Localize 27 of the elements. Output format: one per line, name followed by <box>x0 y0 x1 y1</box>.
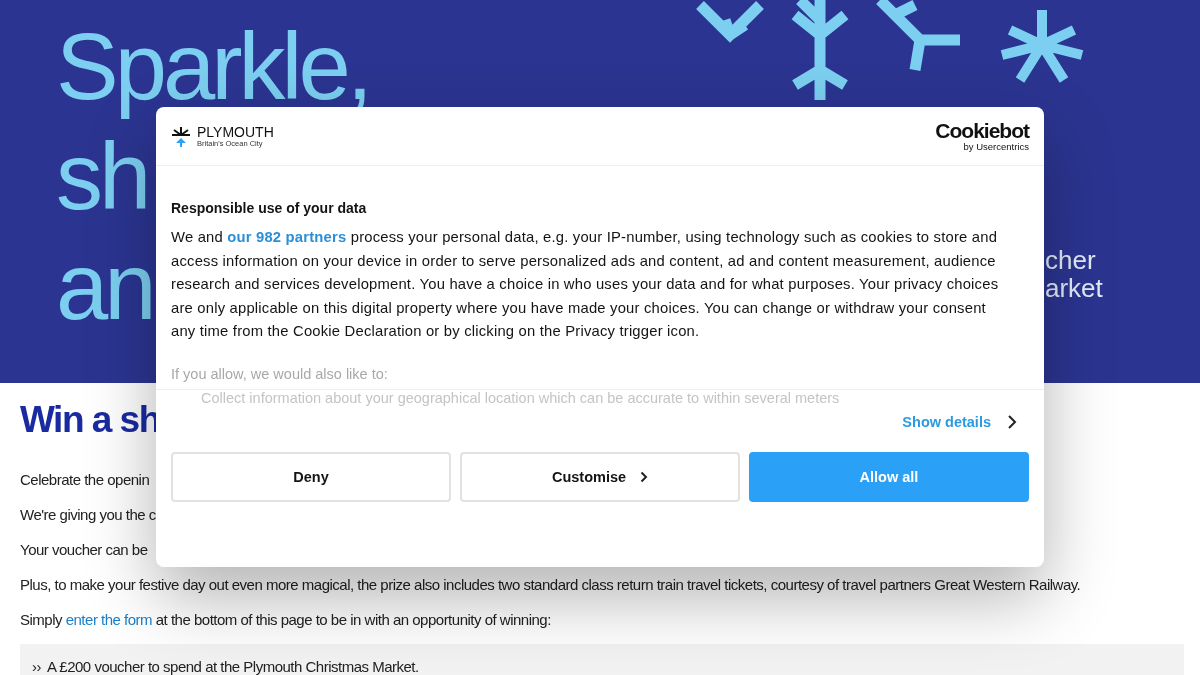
hero-headline: Sparkle, <box>56 13 369 121</box>
hero-subtitle: cher <box>1045 246 1097 274</box>
show-details-link[interactable]: Show details <box>902 414 991 430</box>
consent-button[interactable]: Customise <box>460 452 740 502</box>
article-paragraph: Simply enter the form at the bottom of this page to be in with an opportunity of winning: <box>20 610 551 630</box>
hero-headline: an <box>56 233 153 341</box>
article-paragraph: Celebrate the openin <box>20 470 150 490</box>
dialog-title: Responsible use of your data <box>171 200 368 216</box>
consent-text: We and our 982 partners process your personal data, e.g. your IP-number, using technology such as cookies to store and access information on your device in order to serve personalized ads and content, ad and content measurement, audience research and services development. You have a choice in who uses your data and for what purposes. Your privacy choices are only applicable on this digital property where you have made your choices. You can change or withdraw your consent any time from the Cookie Declaration or by clicking on the Privacy trigger icon. <box>171 228 1000 341</box>
provider-logo: Cookiebot <box>935 120 1029 141</box>
bullet-marker: ›› <box>32 658 41 675</box>
logo-name: PLYMOUTH <box>197 124 274 139</box>
enter-form-link[interactable]: enter the form <box>65 611 153 628</box>
chevron-right-icon <box>1007 415 1017 429</box>
sunburst-logo-icon <box>171 125 191 147</box>
hero-headline: sh <box>56 123 148 231</box>
hero-subtitle: arket <box>1045 274 1104 302</box>
prize-text: A £200 voucher to spend at the Plymouth Christmas Market. <box>47 658 419 675</box>
consent-button[interactable]: Allow all <box>749 452 1029 502</box>
article-paragraph: Plus, to make your festive day out even more magical, the prize also includes two standard class return train travel tickets, courtesy of travel partners Great Western Railway. <box>20 575 1081 595</box>
article-paragraph: We're giving you the c <box>20 505 156 525</box>
article-paragraph: Your voucher can be <box>20 540 148 560</box>
consent-button[interactable]: Deny <box>171 452 451 502</box>
partners-link[interactable]: our 982 partners <box>227 229 347 245</box>
provider-byline: by Usercentrics <box>962 140 1029 152</box>
purpose-text: Collect information about your geographical location which can be accurate to within several meters <box>200 389 841 406</box>
also-like-text: If you allow, we would also like to: <box>171 365 389 382</box>
